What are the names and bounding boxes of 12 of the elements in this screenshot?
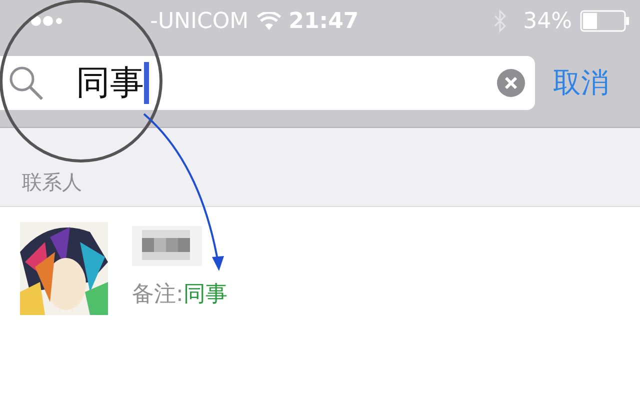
search-query: 同事 [76, 62, 144, 104]
search-field[interactable]: 同事 [0, 56, 535, 110]
signal-icon [30, 15, 62, 27]
note-label: 备注: [132, 281, 184, 309]
text-cursor [144, 62, 149, 104]
wifi-icon [256, 12, 281, 30]
blurred-name-drawing [132, 226, 202, 266]
section-header: 联系人 [22, 169, 82, 196]
clear-icon[interactable] [497, 68, 525, 96]
bluetooth-icon [493, 9, 508, 33]
note-match: 同事 [183, 281, 228, 309]
battery-icon [580, 10, 630, 32]
